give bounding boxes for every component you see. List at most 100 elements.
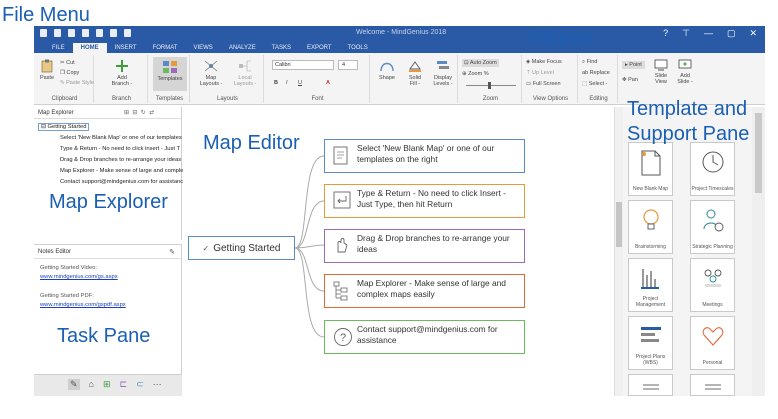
help-button[interactable]: ?: [663, 28, 668, 39]
template-pane-scrollbar-thumb[interactable]: [755, 113, 762, 193]
zoom-slider[interactable]: [466, 85, 516, 86]
branch-node[interactable]: Select 'New Blank Map' or one of our tem…: [324, 139, 525, 173]
templates-group-label: Templates: [155, 96, 184, 102]
local-layouts-button[interactable]: Local Layouts -: [230, 59, 260, 87]
pdf-link[interactable]: www.mindgenius.com/gspdf.aspx: [40, 302, 126, 308]
map-explorer-item[interactable]: Select 'New Blank Map' or one of our tem…: [60, 135, 182, 141]
copy-label: Copy: [66, 70, 80, 76]
add-slide-button[interactable]: Add Slide -: [674, 59, 696, 85]
italic-button[interactable]: I: [286, 80, 288, 86]
pan-button[interactable]: ✥ Pan: [622, 77, 638, 83]
notes-tab-icon[interactable]: ✎: [68, 379, 80, 390]
map-layouts-button[interactable]: Map Layouts -: [196, 59, 226, 87]
resource-tab-icon[interactable]: ⊏: [120, 379, 128, 390]
map-explorer-root[interactable]: ⊟ Getting Started: [38, 123, 90, 131]
font-family-select[interactable]: Calibri: [272, 60, 334, 70]
cut-button[interactable]: ✂ Cut: [60, 60, 75, 66]
central-topic[interactable]: ✓ Getting Started: [188, 236, 295, 260]
font-group: Calibri 4 B I U A Font: [266, 55, 370, 103]
solid-fill-button[interactable]: Solid Fill -: [402, 59, 428, 87]
expand-icon[interactable]: ⊞: [124, 110, 129, 116]
paste-style-button[interactable]: ✎ Paste Style: [60, 80, 94, 86]
template-pane-scrollbar[interactable]: [752, 107, 765, 396]
branch-node[interactable]: Map Explorer - Make sense of large and c…: [324, 274, 525, 308]
link-tab-icon[interactable]: ⊂: [136, 379, 144, 390]
map-explorer-item[interactable]: Drag & Drop branches to re-arrange your …: [60, 157, 181, 163]
make-focus-button[interactable]: ◈ Make Focus: [526, 59, 562, 65]
home-tab-icon[interactable]: ⌂: [89, 379, 94, 390]
display-levels-button[interactable]: Display Levels -: [430, 59, 456, 87]
underline-button[interactable]: U: [298, 80, 302, 86]
tab-export[interactable]: EXPORT: [299, 43, 340, 53]
template-card-brainstorming[interactable]: Brainstorming: [628, 200, 673, 254]
redo-icon[interactable]: [110, 29, 117, 37]
ribbon-toggle-button[interactable]: ⊤: [682, 28, 690, 39]
template-card-strategic-planning[interactable]: Strategic Planning: [690, 200, 735, 254]
close-button[interactable]: ✕: [749, 28, 757, 39]
full-screen-button[interactable]: ▭ Full Screen: [526, 81, 561, 87]
tab-insert[interactable]: INSERT: [107, 43, 145, 53]
up-level-button[interactable]: ⇡ Up Level: [526, 70, 554, 76]
tab-views[interactable]: VIEWS: [185, 43, 220, 53]
new-icon[interactable]: [54, 29, 61, 37]
select-button[interactable]: ⬚ Select -: [582, 81, 607, 87]
task-tab-icon[interactable]: ⊞: [103, 379, 111, 390]
template-card-personal[interactable]: Personal: [690, 316, 735, 370]
slide-view-button[interactable]: Slide View: [650, 59, 672, 85]
map-explorer-item[interactable]: Contact support@mindgenius.com for assis…: [60, 179, 186, 185]
auto-zoom-button[interactable]: ⊡ Auto Zoom: [462, 59, 499, 67]
minimize-button[interactable]: —: [704, 28, 713, 39]
video-link[interactable]: www.mindgenius.com/gs.aspx: [40, 274, 118, 280]
tab-file[interactable]: FILE: [44, 43, 73, 53]
sync-icon[interactable]: ⇄: [149, 110, 154, 116]
more-icon[interactable]: ⋯: [153, 379, 162, 390]
zoom-percent-button[interactable]: ⊕ Zoom %: [462, 71, 489, 77]
replace-button[interactable]: ab Replace: [582, 70, 610, 76]
tab-tasks[interactable]: TASKS: [264, 43, 299, 53]
tab-analyze[interactable]: ANALYZE: [221, 43, 264, 53]
zoom-slider-thumb[interactable]: [488, 82, 491, 89]
quick-access-toolbar: [40, 29, 131, 37]
template-card-project-management[interactable]: Project Management: [628, 258, 673, 312]
collapse-icon[interactable]: ⊟: [132, 110, 137, 116]
clipboard-group-label: Clipboard: [51, 96, 78, 102]
app-icon[interactable]: [40, 29, 47, 37]
map-explorer-item[interactable]: Map Explorer - Make sense of large and c…: [60, 168, 186, 174]
templates-icon: [163, 61, 177, 73]
branch-node[interactable]: Drag & Drop branches to re-arrange your …: [324, 229, 525, 263]
template-card-partial[interactable]: [690, 374, 735, 396]
maximize-button[interactable]: ▢: [727, 28, 736, 39]
paste-button[interactable]: Paste: [39, 59, 55, 81]
tab-home[interactable]: HOME: [72, 43, 107, 53]
canvas-scrollbar[interactable]: [614, 107, 623, 396]
template-card-project-timescales[interactable]: Project Timescales: [690, 142, 735, 196]
zoom-group-label: Zoom: [482, 96, 499, 102]
font-size-select[interactable]: 4: [338, 60, 358, 70]
template-card-new-blank-map[interactable]: New Blank Map: [628, 142, 673, 196]
template-card-project-plans[interactable]: Project Plans (WBS): [628, 316, 673, 370]
find-button[interactable]: ⌕ Find: [582, 59, 597, 66]
templates-button[interactable]: Templates: [153, 57, 187, 91]
template-card-meetings[interactable]: Meetings: [690, 258, 735, 312]
branch-node[interactable]: ? Contact support@mindgenius.com for ass…: [324, 320, 525, 354]
shape-button[interactable]: Shape: [374, 59, 400, 81]
template-card-partial[interactable]: [628, 374, 673, 396]
branch-node[interactable]: Type & Return - No need to click Insert …: [324, 184, 525, 218]
save-icon[interactable]: [82, 29, 89, 37]
tab-format[interactable]: FORMAT: [145, 43, 186, 53]
refresh-icon[interactable]: ↻: [141, 110, 146, 116]
undo-icon[interactable]: [96, 29, 103, 37]
bold-button[interactable]: B: [274, 80, 278, 86]
edit-notes-icon[interactable]: ✎: [169, 248, 175, 256]
lightbulb-icon: [643, 209, 659, 230]
tab-tools[interactable]: TOOLS: [340, 43, 376, 53]
font-color-button[interactable]: A: [326, 80, 330, 86]
open-icon[interactable]: [68, 29, 75, 37]
map-explorer-item[interactable]: Type & Return - No need to click insert …: [60, 146, 180, 152]
add-branch-button[interactable]: Add Branch -: [108, 59, 136, 87]
customize-icon[interactable]: [124, 29, 131, 37]
canvas-scrollbar-thumb[interactable]: [616, 202, 622, 247]
copy-button[interactable]: ❐ Copy: [60, 70, 79, 76]
add-slide-icon: [678, 59, 692, 69]
point-button[interactable]: ▸ Point: [622, 61, 645, 69]
